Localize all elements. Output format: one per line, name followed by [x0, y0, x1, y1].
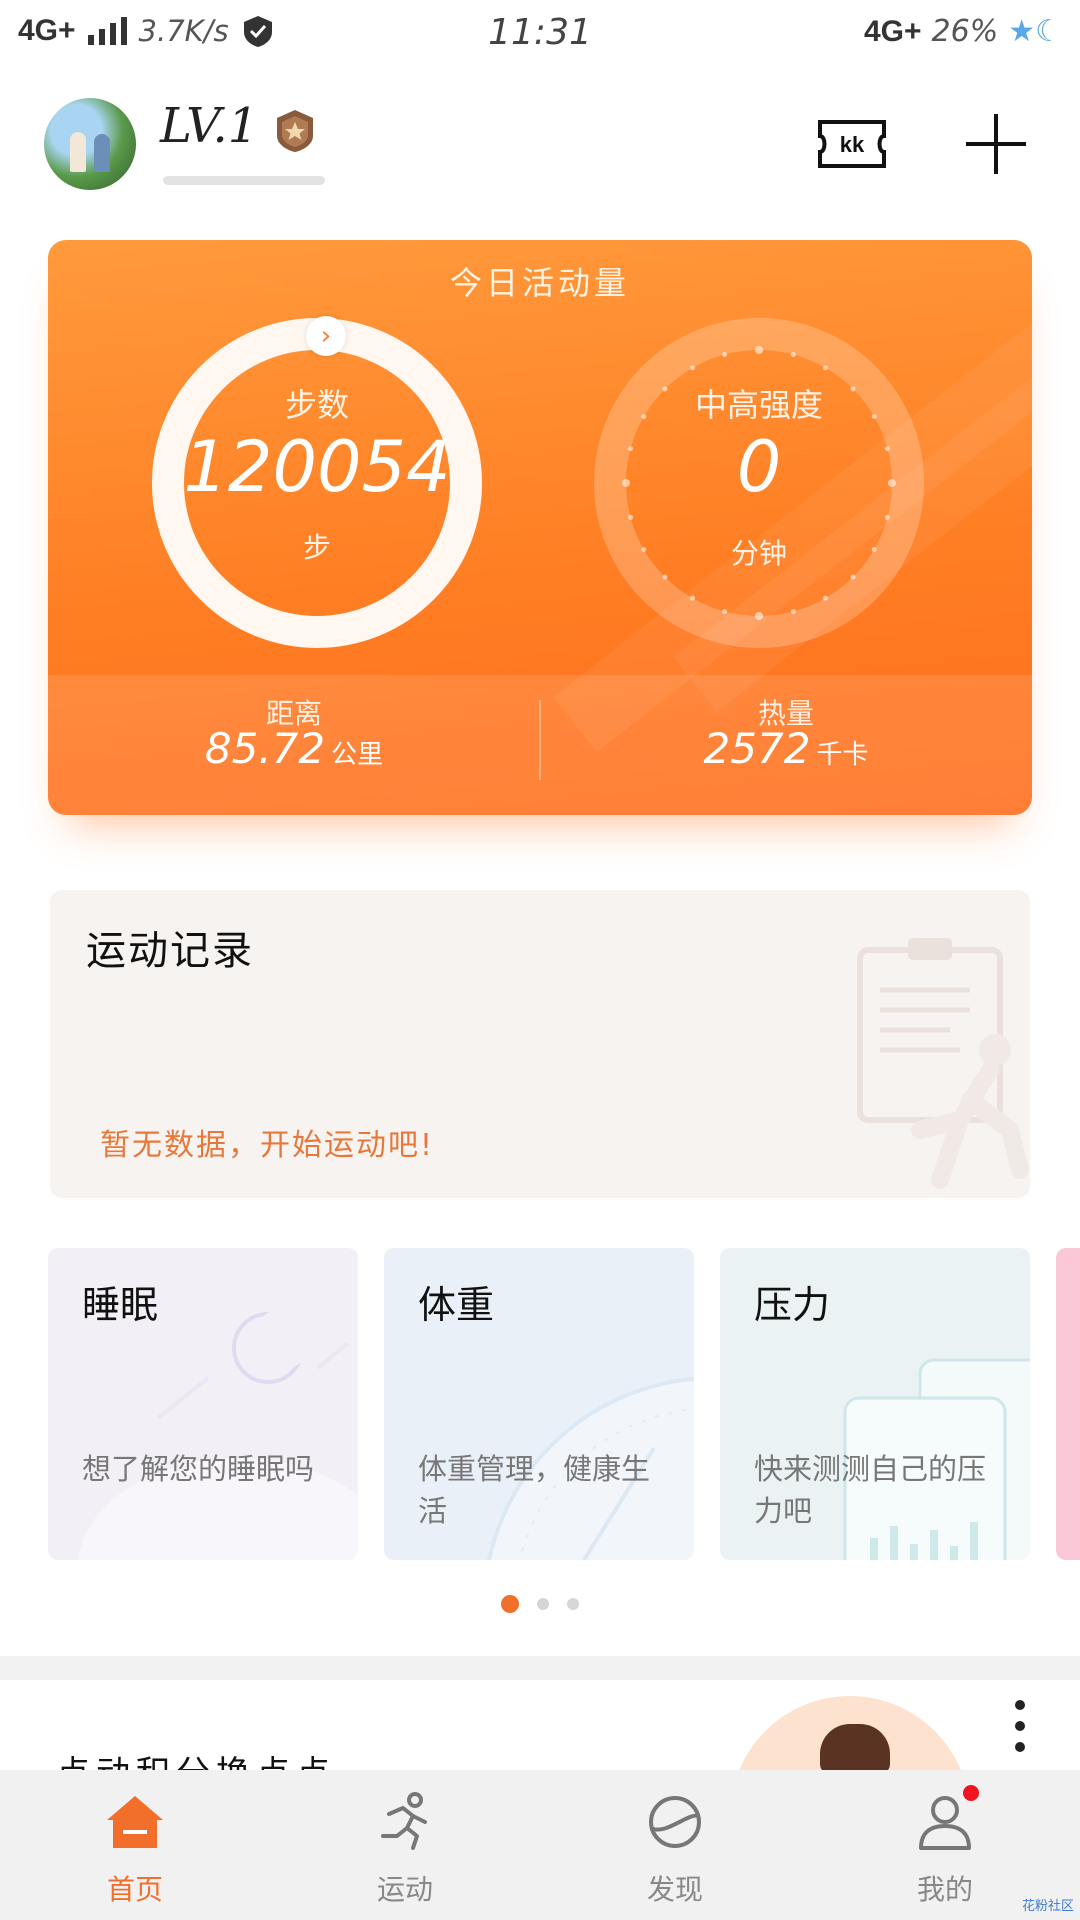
- calories-value: 2572: [703, 724, 811, 773]
- weather-moon-icon: ★☾: [1008, 14, 1062, 49]
- level-progress-bar: [163, 176, 325, 185]
- next-feature-card[interactable]: [1056, 1248, 1080, 1560]
- intensity-tick: [628, 514, 634, 520]
- bottom-nav: 首页 运动 发现 我的: [0, 1770, 1080, 1920]
- sleep-card[interactable]: 睡眠 想了解您的睡眠吗: [48, 1248, 358, 1560]
- status-right: 4G+ 26% ★☾: [864, 14, 1062, 49]
- status-bar: 4G+ 3.7K/s 11:31 4G+ 26% ★☾: [0, 0, 1080, 70]
- clipboard-runner-icon: [857, 938, 1029, 1189]
- intensity-tick: [850, 574, 856, 580]
- intensity-value: 0: [736, 426, 782, 508]
- intensity-tick: [722, 608, 728, 614]
- stress-card[interactable]: 压力 快来测测自己的压力吧: [720, 1248, 1030, 1560]
- steps-unit: 步: [302, 531, 331, 564]
- watermark: 花粉社区: [1021, 1899, 1074, 1914]
- distance-stat: 85.72 公里: [48, 724, 540, 773]
- exercise-record-empty: 暂无数据，开始运动吧!: [100, 1128, 435, 1163]
- activity-card[interactable]: 今日活动量 › 步数 120054 步 中高强度 0 分钟 距离 85.72 公里…: [48, 240, 1032, 815]
- pager-dot[interactable]: [537, 1598, 549, 1610]
- intensity-tick: [790, 608, 796, 614]
- add-button[interactable]: [966, 114, 1026, 174]
- promo-title: 点动积分换点点: [56, 1746, 336, 1770]
- calories-stat: 2572 千卡: [540, 724, 1032, 773]
- calories-unit: 千卡: [816, 740, 869, 770]
- intensity-tick: [755, 612, 763, 620]
- avatar[interactable]: [44, 98, 136, 190]
- steps-label: 步数: [284, 386, 349, 424]
- steps-value: 120054: [183, 426, 451, 508]
- svg-text:kk: kk: [840, 132, 865, 157]
- intensity-tick: [823, 365, 828, 371]
- pager-dot-active[interactable]: [501, 1595, 519, 1613]
- activity-card-title: 今日活动量: [449, 264, 630, 302]
- stress-title: 压力: [754, 1283, 831, 1327]
- nav-exercise[interactable]: 运动: [270, 1770, 540, 1920]
- nav-discover[interactable]: 发现: [540, 1770, 810, 1920]
- nav-discover-label: 发现: [646, 1873, 703, 1906]
- user-level[interactable]: LV.1: [160, 98, 258, 154]
- intensity-tick: [690, 365, 695, 371]
- weight-card[interactable]: 体重 体重管理，健康生活: [384, 1248, 694, 1560]
- promo-banner[interactable]: 点动积分换点点: [0, 1680, 1080, 1770]
- nav-home[interactable]: 首页: [0, 1770, 270, 1920]
- sleep-desc: 想了解您的睡眠吗: [82, 1452, 315, 1486]
- notification-dot: [963, 1785, 979, 1801]
- intensity-unit: 分钟: [730, 537, 787, 570]
- network-type-right: 4G+: [863, 14, 922, 48]
- more-options-icon[interactable]: [1010, 1700, 1030, 1760]
- discover-icon: [649, 1796, 701, 1848]
- nav-home-label: 首页: [106, 1873, 163, 1906]
- intensity-tick: [662, 574, 668, 580]
- battery-level: 26%: [931, 14, 999, 49]
- sleep-title: 睡眠: [82, 1283, 159, 1327]
- distance-unit: 公里: [331, 740, 384, 770]
- promo-illustration: [730, 1696, 970, 1770]
- chevron-right-icon[interactable]: ›: [306, 316, 346, 356]
- intensity-tick: [790, 352, 796, 358]
- home-icon: [107, 1796, 163, 1848]
- exercise-record-title: 运动记录: [86, 928, 254, 974]
- intensity-tick: [690, 595, 695, 601]
- intensity-tick: [884, 514, 890, 520]
- intensity-label: 中高强度: [694, 386, 823, 424]
- exercise-record-card[interactable]: 运动记录 暂无数据，开始运动吧!: [50, 890, 1030, 1198]
- profile-icon: [919, 1796, 971, 1850]
- pager-dot[interactable]: [567, 1598, 579, 1610]
- stress-desc: 快来测测自己的压力吧: [754, 1452, 987, 1528]
- intensity-tick: [755, 346, 763, 354]
- weight-desc: 体重管理，健康生活: [418, 1452, 651, 1528]
- kk-ticket-icon[interactable]: kk: [816, 118, 888, 170]
- weight-title: 体重: [418, 1283, 495, 1327]
- running-icon: [381, 1792, 427, 1850]
- intensity-tick: [722, 352, 728, 358]
- nav-exercise-label: 运动: [376, 1873, 433, 1906]
- distance-value: 85.72: [204, 724, 326, 773]
- level-badge-icon[interactable]: [272, 108, 318, 154]
- carousel-pager: [0, 1595, 1080, 1613]
- intensity-tick: [823, 595, 828, 601]
- section-separator: [0, 1656, 1080, 1680]
